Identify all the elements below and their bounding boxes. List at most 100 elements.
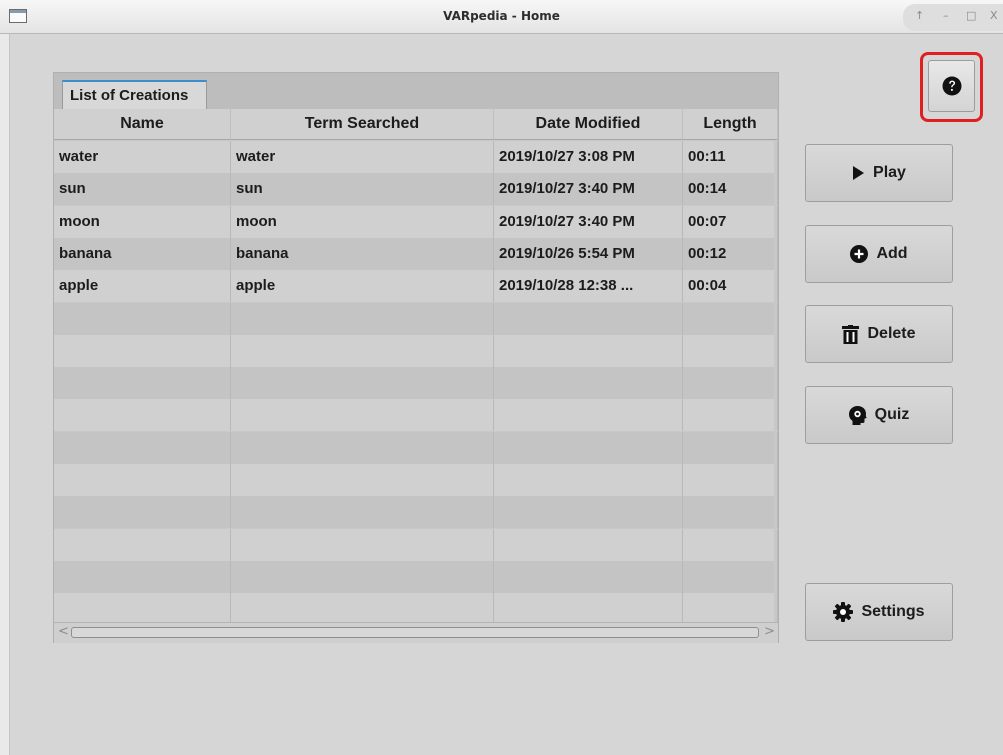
table-cell: apple: [54, 270, 231, 303]
table-cell: [683, 560, 778, 593]
quiz-label: Quiz: [874, 406, 910, 423]
table-cell: [54, 593, 231, 626]
table-row[interactable]: water water 2019/10/27 3:08 PM 00:11: [54, 141, 778, 173]
table-row[interactable]: moon moon 2019/10/27 3:40 PM 00:07: [54, 205, 778, 238]
scrollbar-thumb[interactable]: [71, 627, 759, 638]
table-cell: [494, 302, 683, 335]
table-cell: [231, 528, 494, 561]
table-cell: 00:11: [683, 141, 778, 173]
table-row[interactable]: [54, 560, 778, 593]
table-row[interactable]: [54, 302, 778, 335]
table-cell: [494, 560, 683, 593]
table-cell: [231, 367, 494, 400]
table-cell: [54, 464, 231, 496]
table-cell: 00:14: [683, 173, 778, 206]
gear-icon: [833, 602, 854, 622]
table-cell: [494, 528, 683, 561]
column-header-length[interactable]: Length: [683, 109, 778, 140]
tab-header: List of Creations: [54, 73, 778, 109]
table-cell: 00:12: [683, 237, 778, 270]
settings-button[interactable]: Settings: [805, 583, 953, 641]
window-controls: ↑ – □ X: [903, 4, 1003, 31]
table-cell: [231, 464, 494, 496]
table-cell: [494, 334, 683, 367]
table-cell: [231, 334, 494, 367]
table-cell: banana: [231, 237, 494, 270]
table-cell: [231, 399, 494, 432]
table-cell: [683, 528, 778, 561]
table-row[interactable]: [54, 367, 778, 400]
table-row[interactable]: [54, 399, 778, 432]
plus-circle-icon: [850, 245, 869, 263]
table-cell: [683, 431, 778, 464]
table-cell: [54, 431, 231, 464]
table-cell: [54, 302, 231, 335]
horizontal-scrollbar[interactable]: < >: [54, 622, 778, 643]
column-header-date[interactable]: Date Modified: [494, 109, 683, 140]
delete-label: Delete: [867, 325, 916, 342]
table-cell: [54, 367, 231, 400]
close-icon[interactable]: X: [990, 9, 998, 22]
table-cell: [494, 464, 683, 496]
table-cell: [494, 399, 683, 432]
add-button[interactable]: Add: [805, 225, 953, 283]
window-left-border: [0, 34, 10, 755]
minimize-icon[interactable]: –: [943, 9, 949, 22]
table-cell: [683, 464, 778, 496]
table-cell: [494, 593, 683, 626]
table-cell: 00:07: [683, 205, 778, 238]
title-bar[interactable]: VARpedia - Home ↑ – □ X: [0, 0, 1003, 34]
table-cell: [54, 560, 231, 593]
help-highlight: [920, 52, 983, 122]
table-cell: 2019/10/27 3:40 PM: [494, 173, 683, 206]
table-cell: [54, 496, 231, 529]
scroll-right-icon[interactable]: >: [764, 624, 775, 639]
table-row[interactable]: [54, 496, 778, 529]
table-cell: [494, 496, 683, 529]
table-cell: [683, 334, 778, 367]
tab-list-of-creations[interactable]: List of Creations: [62, 80, 207, 109]
play-icon: [852, 166, 865, 180]
window-title: VARpedia - Home: [443, 9, 560, 23]
table-row[interactable]: [54, 528, 778, 561]
table-row[interactable]: apple apple 2019/10/28 12:38 ... 00:04: [54, 270, 778, 303]
quiz-button[interactable]: Quiz: [805, 386, 953, 444]
question-circle-icon: [942, 76, 961, 96]
column-header-name[interactable]: Name: [54, 109, 231, 140]
table-row[interactable]: [54, 334, 778, 367]
table-cell: moon: [231, 205, 494, 238]
maximize-icon[interactable]: □: [966, 9, 976, 22]
table-cell: [683, 593, 778, 626]
table-row[interactable]: sun sun 2019/10/27 3:40 PM 00:14: [54, 173, 778, 206]
table-cell: sun: [231, 173, 494, 206]
play-label: Play: [873, 164, 906, 181]
table-cell: 2019/10/27 3:08 PM: [494, 141, 683, 173]
table-cell: [231, 496, 494, 529]
help-button[interactable]: [928, 60, 975, 112]
pin-icon[interactable]: ↑: [915, 9, 924, 22]
table-cell: [494, 367, 683, 400]
table-row[interactable]: [54, 464, 778, 496]
table-row[interactable]: banana banana 2019/10/26 5:54 PM 00:12: [54, 237, 778, 270]
table-cell: apple: [231, 270, 494, 303]
table-cell: 00:04: [683, 270, 778, 303]
trash-icon: [842, 324, 860, 344]
table-row[interactable]: [54, 593, 778, 626]
column-header-term[interactable]: Term Searched: [231, 109, 494, 140]
delete-button[interactable]: Delete: [805, 305, 953, 363]
table-cell: 2019/10/28 12:38 ...: [494, 270, 683, 303]
settings-label: Settings: [861, 603, 925, 620]
table-cell: [683, 367, 778, 400]
table-cell: [683, 496, 778, 529]
head-gear-icon: [848, 405, 867, 425]
table-cell: water: [231, 141, 494, 173]
play-button[interactable]: Play: [805, 144, 953, 202]
add-label: Add: [876, 245, 908, 262]
table-cell: [683, 399, 778, 432]
scroll-left-icon[interactable]: <: [58, 624, 69, 639]
table-cell: [231, 431, 494, 464]
table-cell: [54, 334, 231, 367]
table-row[interactable]: [54, 431, 778, 464]
table-cell: 2019/10/26 5:54 PM: [494, 237, 683, 270]
table-cell: water: [54, 141, 231, 173]
